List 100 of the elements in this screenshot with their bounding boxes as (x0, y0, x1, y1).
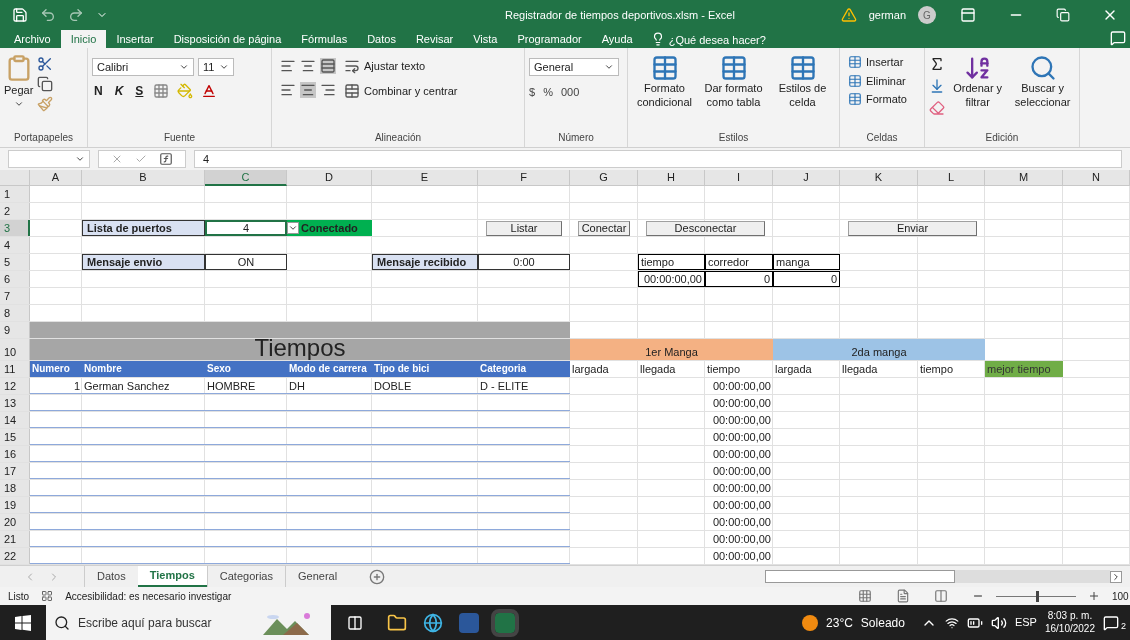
font-style-button[interactable]: N (92, 82, 105, 100)
row-header[interactable]: 21 (0, 531, 30, 547)
cancel-icon[interactable] (111, 153, 123, 165)
comments-icon[interactable] (1110, 30, 1126, 46)
borders-icon[interactable] (153, 83, 170, 99)
zoom-in-icon[interactable] (1088, 590, 1100, 602)
styles-button[interactable]: Estilos de celda (770, 54, 835, 110)
redo-icon[interactable] (68, 7, 84, 23)
row-header[interactable]: 20 (0, 514, 30, 530)
row-header[interactable]: 2 (0, 203, 30, 219)
row-header[interactable]: 9 (0, 322, 30, 338)
sheet-button[interactable]: Listar (486, 220, 562, 236)
row-header[interactable]: 5 (0, 254, 30, 270)
wrap-text-button[interactable]: Ajustar texto (344, 58, 458, 75)
font-color-icon[interactable] (201, 83, 218, 99)
merge-center-button[interactable]: Combinar y centrar (344, 82, 458, 99)
row-header[interactable]: 10 (0, 339, 30, 360)
folder-icon[interactable] (387, 612, 407, 633)
ribbon-tab[interactable]: Inicio (60, 30, 107, 48)
normal-view-icon[interactable] (858, 589, 872, 603)
ribbon-tab[interactable]: Disposición de página (163, 30, 292, 48)
clock-date[interactable]: 16/10/2022 (1044, 622, 1095, 635)
zoom-level[interactable]: 100 (1112, 588, 1130, 604)
sheet-tab[interactable]: Tiempos (137, 566, 207, 587)
zoom-slider-thumb[interactable] (1036, 590, 1039, 602)
taskbar-search-field[interactable]: Escribe aquí para buscar (46, 605, 331, 640)
column-header[interactable]: B (82, 170, 205, 186)
save-icon[interactable] (12, 7, 28, 23)
sort-filter-button[interactable]: Ordenar y filtrar (949, 54, 1007, 116)
column-header[interactable]: N (1063, 170, 1130, 186)
column-header[interactable]: D (287, 170, 372, 186)
sheet-button[interactable]: Desconectar (646, 220, 765, 236)
column-header[interactable]: F (478, 170, 570, 186)
row-header[interactable]: 16 (0, 446, 30, 462)
align-left-icon[interactable] (280, 82, 296, 98)
font-style-button[interactable]: K (112, 82, 126, 100)
row-header[interactable]: 7 (0, 288, 30, 304)
cells-command-button[interactable]: Eliminar (848, 72, 916, 89)
fill-color-icon[interactable] (177, 83, 194, 99)
user-avatar[interactable]: G (918, 6, 936, 24)
copy-icon[interactable] (37, 76, 54, 92)
row-header[interactable]: 11 (0, 361, 30, 377)
number-format-button[interactable]: 000 (560, 84, 580, 101)
font-size-field[interactable]: 11 (198, 58, 234, 76)
align-center-icon[interactable] (300, 82, 316, 98)
column-header[interactable]: H (638, 170, 705, 186)
ribbon-tab[interactable]: Revisar (405, 30, 464, 48)
cut-icon[interactable] (37, 56, 54, 72)
number-format-button[interactable]: % (543, 84, 553, 101)
column-header[interactable]: E (372, 170, 478, 186)
sheet-button[interactable]: Conectar (578, 220, 630, 236)
styles-button[interactable]: Formato condicional (632, 54, 697, 110)
align-right-icon[interactable] (320, 82, 336, 98)
eraser-icon[interactable] (929, 100, 945, 116)
column-header[interactable]: K (840, 170, 918, 186)
row-header[interactable]: 6 (0, 271, 30, 287)
row-header[interactable]: 4 (0, 237, 30, 253)
font-name-field[interactable]: Calibri (92, 58, 194, 76)
ribbon-tab[interactable]: Archivo (4, 30, 61, 48)
cells-command-button[interactable]: Insertar (848, 54, 916, 71)
row-header[interactable]: 8 (0, 305, 30, 321)
row-header[interactable]: 17 (0, 463, 30, 479)
column-header[interactable]: J (773, 170, 840, 186)
insert-function-icon[interactable] (159, 152, 173, 166)
number-format-button[interactable]: $ (529, 84, 536, 101)
page-layout-icon[interactable] (896, 589, 910, 603)
row-header[interactable]: 3 (0, 220, 30, 236)
paste-button[interactable]: Pegar (4, 54, 34, 112)
column-header[interactable]: L (918, 170, 985, 186)
ribbon-tab[interactable]: Fórmulas (291, 30, 358, 48)
find-select-button[interactable]: Buscar y seleccionar (1010, 54, 1075, 116)
row-header[interactable]: 12 (0, 378, 30, 394)
font-style-button[interactable]: S (133, 82, 146, 100)
column-header[interactable]: C (205, 170, 287, 186)
formula-field[interactable]: 4 (194, 150, 1122, 168)
column-header[interactable]: M (985, 170, 1063, 186)
ribbon-tab[interactable]: Ayuda (591, 30, 643, 48)
ribbon-tab[interactable]: Datos (357, 30, 406, 48)
ribbon-options-icon[interactable] (960, 7, 976, 23)
styles-button[interactable]: Dar formato como tabla (701, 54, 766, 110)
enter-icon[interactable] (135, 153, 147, 165)
temperature[interactable]: 23°C (826, 613, 853, 632)
ribbon-tab[interactable]: Insertar (106, 30, 164, 48)
weather[interactable]: Soleado (860, 613, 905, 632)
row-header[interactable]: 15 (0, 429, 30, 445)
cells-command-button[interactable]: Formato (848, 91, 916, 108)
undo-icon[interactable] (40, 7, 56, 23)
horizontal-scrollbar[interactable] (765, 570, 956, 583)
accessibility-status[interactable]: Accesibilidad: es necesario investigar (65, 588, 232, 604)
column-header[interactable]: A (30, 170, 82, 186)
notifications-icon[interactable] (1103, 614, 1119, 631)
clock-time[interactable]: 8:03 p. m. (1047, 610, 1093, 623)
row-header[interactable]: 18 (0, 480, 30, 496)
number-format-field[interactable]: General (529, 58, 619, 76)
ribbon-tab[interactable]: Programador (507, 30, 592, 48)
row-header[interactable]: 22 (0, 548, 30, 564)
network-icon[interactable] (944, 615, 959, 630)
autosum-icon[interactable] (929, 56, 945, 72)
browser-icon[interactable] (423, 612, 443, 633)
scroll-right-icon[interactable] (1110, 570, 1122, 583)
